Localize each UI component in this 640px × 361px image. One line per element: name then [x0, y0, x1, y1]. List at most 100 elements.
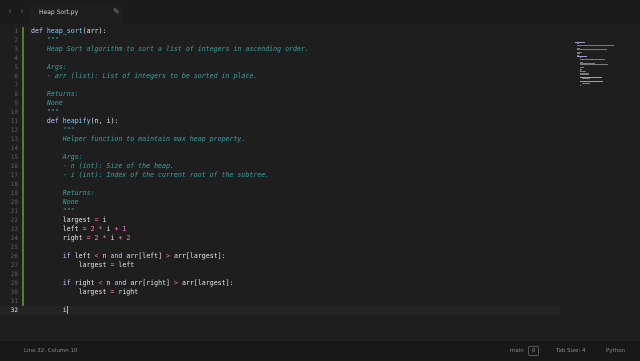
line-number: 19 — [10, 190, 18, 197]
code-text[interactable]: Args: — [31, 153, 83, 162]
line-number: 15 — [10, 154, 18, 161]
code-line[interactable]: 6 - arr (list): List of integers to be s… — [0, 72, 560, 81]
line-number: 21 — [10, 208, 18, 215]
minimap[interactable] — [575, 42, 615, 87]
line-number: 27 — [10, 262, 18, 269]
line-number: 26 — [10, 253, 18, 260]
code-line[interactable]: 23 left = 2 * i + 1 — [0, 225, 560, 234]
file-tab[interactable]: Heap Sort.py ✎ — [30, 4, 122, 24]
line-number: 10 — [10, 109, 18, 116]
line-number: 25 — [10, 244, 18, 251]
code-line[interactable]: 22 largest = i — [0, 216, 560, 225]
code-text[interactable]: Args: — [31, 63, 67, 72]
forward-arrow-icon[interactable]: › — [20, 5, 24, 19]
code-line[interactable]: 3 Heap Sort algorithm to sort a list of … — [0, 45, 560, 54]
minimap-line — [579, 85, 581, 87]
line-number: 4 — [14, 55, 18, 62]
code-line[interactable]: 27 largest = left — [0, 261, 560, 270]
code-text[interactable]: def heapify(n, i): — [31, 117, 119, 126]
code-editor[interactable]: 1 def heap_sort(arr): 2 """ 3 Heap Sort alg… — [0, 24, 640, 342]
code-text[interactable]: left = 2 * i + 1 — [31, 225, 127, 234]
back-arrow-icon[interactable]: ‹ — [8, 5, 12, 19]
line-number: 12 — [10, 127, 18, 134]
code-line[interactable]: 29 if right < n and arr[right] > arr[lar… — [0, 279, 560, 288]
code-text[interactable]: largest = right — [31, 288, 139, 297]
code-text[interactable]: - n (int): Size of the heap. — [31, 162, 174, 171]
code-text[interactable]: """ — [31, 36, 59, 45]
code-line[interactable]: 5 Args: — [0, 63, 560, 72]
line-number: 5 — [14, 64, 18, 71]
git-branch[interactable]: main — [510, 348, 524, 354]
code-text[interactable]: largest = i — [31, 216, 107, 225]
code-text[interactable]: Heap Sort algorithm to sort a list of in… — [31, 45, 309, 54]
code-line[interactable]: 25 — [0, 243, 560, 252]
code-text[interactable]: right = 2 * i + 2 — [31, 234, 131, 243]
code-line[interactable]: 13 Helper function to maintain max heap … — [0, 135, 560, 144]
line-number: 20 — [10, 199, 18, 206]
code-line[interactable]: 1 def heap_sort(arr): — [0, 27, 560, 36]
code-text[interactable]: if left < n and arr[left] > arr[largest]… — [31, 252, 226, 261]
code-line[interactable]: 26 if left < n and arr[left] > arr[large… — [0, 252, 560, 261]
code-text[interactable]: def heap_sort(arr): — [31, 27, 106, 36]
code-line[interactable]: 20 None — [0, 198, 560, 207]
line-number: 8 — [14, 91, 18, 98]
code-line[interactable]: 18 — [0, 180, 560, 189]
code-line[interactable]: 4 — [0, 54, 560, 63]
minimap-line — [582, 82, 591, 84]
code-text[interactable]: """ — [31, 126, 75, 135]
code-text[interactable]: largest = left — [31, 261, 135, 270]
line-number: 22 — [10, 217, 18, 224]
line-number: 2 — [14, 37, 18, 44]
code-text[interactable]: - i (int): Index of the current root of … — [31, 171, 269, 180]
status-bar: Line 32, Column 10 main 0 Tab Size: 4 Py… — [0, 342, 640, 361]
code-text[interactable]: - arr (list): List of integers to be sor… — [31, 72, 257, 81]
minimap-line — [579, 74, 590, 76]
code-line[interactable]: 11 def heapify(n, i): — [0, 117, 560, 126]
code-line[interactable]: 28 — [0, 270, 560, 279]
code-line[interactable]: 12 """ — [0, 126, 560, 135]
code-text[interactable]: """ — [31, 108, 59, 117]
code-text[interactable]: if right < n and arr[right] > arr[larges… — [31, 279, 234, 288]
pencil-icon[interactable]: ✎ — [113, 7, 120, 17]
code-line[interactable]: 9 None — [0, 99, 560, 108]
line-number: 18 — [10, 181, 18, 188]
code-line[interactable]: 21 """ — [0, 207, 560, 216]
code-text[interactable]: Returns: — [31, 90, 79, 99]
code-line[interactable]: 15 Args: — [0, 153, 560, 162]
code-line[interactable]: 2 """ — [0, 36, 560, 45]
line-number: 3 — [14, 46, 18, 53]
code-text[interactable]: Returns: — [31, 189, 95, 198]
code-text[interactable]: None — [31, 198, 79, 207]
line-number: 11 — [10, 118, 18, 125]
line-number: 28 — [10, 271, 18, 278]
tab-title: Heap Sort.py — [39, 9, 79, 16]
line-number: 31 — [10, 298, 18, 305]
code-line[interactable]: 31 — [0, 297, 560, 306]
code-line[interactable]: 30 largest = right — [0, 288, 560, 297]
code-line[interactable]: 19 Returns: — [0, 189, 560, 198]
minimap-line — [579, 64, 609, 66]
line-number: 13 — [10, 136, 18, 143]
language-mode[interactable]: Python — [606, 348, 625, 354]
line-number: 29 — [10, 280, 18, 287]
cursor-position[interactable]: Line 32, Column 10 — [24, 348, 78, 354]
line-number: 14 — [10, 145, 18, 152]
code-line[interactable]: 32 i — [0, 306, 560, 315]
code-text[interactable]: i — [31, 306, 68, 315]
branch-badge: 0 — [528, 346, 540, 356]
text-cursor — [66, 306, 68, 314]
code-text[interactable]: None — [31, 99, 63, 108]
line-number: 9 — [14, 100, 18, 107]
code-line[interactable]: 17 - i (int): Index of the current root … — [0, 171, 560, 180]
line-number: 17 — [10, 172, 18, 179]
line-number: 6 — [14, 73, 18, 80]
tab-size[interactable]: Tab Size: 4 — [556, 348, 585, 354]
code-line[interactable]: 16 - n (int): Size of the heap. — [0, 162, 560, 171]
code-line[interactable]: 8 Returns: — [0, 90, 560, 99]
code-text[interactable]: """ — [31, 207, 75, 216]
code-text[interactable]: Helper function to maintain max heap pro… — [31, 135, 246, 144]
code-line[interactable]: 7 — [0, 81, 560, 90]
code-line[interactable]: 14 — [0, 144, 560, 153]
code-line[interactable]: 24 right = 2 * i + 2 — [0, 234, 560, 243]
code-line[interactable]: 10 """ — [0, 108, 560, 117]
